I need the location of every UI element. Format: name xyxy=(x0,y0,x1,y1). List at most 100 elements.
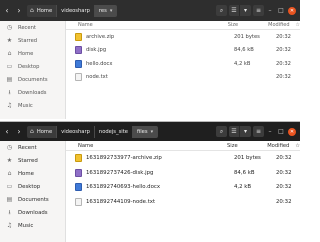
column-modified[interactable]: Modified ☆ xyxy=(266,22,300,28)
downloads-icon: ⭳ xyxy=(8,88,11,96)
file-list: Name Size Modified ☆ 1631892733977-archiv… xyxy=(66,141,300,242)
star-column-icon: ☆ xyxy=(295,142,300,149)
column-modified-label: Modified xyxy=(267,142,290,149)
menu-button[interactable]: ≡ xyxy=(253,126,264,137)
column-name[interactable]: Name xyxy=(66,143,227,149)
sidebar-item-recent[interactable]: ◷ Recent xyxy=(0,141,65,154)
sidebar-item-label: Documents xyxy=(18,76,48,83)
sidebar-item-music[interactable]: ♫ Music xyxy=(0,99,65,112)
breadcrumb-label: files xyxy=(136,128,148,135)
text-file-icon xyxy=(75,73,82,82)
breadcrumb-res[interactable]: res ▾ xyxy=(94,4,118,17)
back-button[interactable]: ‹ xyxy=(2,126,12,138)
column-size[interactable]: Size xyxy=(227,143,265,149)
sidebar-item-label: Music xyxy=(18,102,33,109)
breadcrumb-label: Home xyxy=(36,7,53,14)
chevron-down-icon: ▾ xyxy=(109,7,113,14)
sidebar-item-music[interactable]: ♫ Music xyxy=(0,219,65,232)
home-icon: ⌂ xyxy=(7,170,12,177)
home-icon: ⌂ xyxy=(30,128,34,135)
home-icon: ⌂ xyxy=(7,50,12,57)
column-size[interactable]: Size xyxy=(228,22,266,28)
image-file-icon xyxy=(75,168,82,177)
file-name: 1631892737426-disk.jpg xyxy=(86,169,154,176)
sidebar: ◷ Recent ★ Starred ⌂ Home ▭ Desktop ▤ Documen… xyxy=(0,21,66,119)
file-row[interactable]: disk.jpg 84,6 kB 20:32 xyxy=(66,44,300,58)
sidebar-item-documents[interactable]: ▤ Documents xyxy=(0,193,65,206)
file-modified: 20:32 xyxy=(276,198,292,205)
sidebar-item-starred[interactable]: ★ Starred xyxy=(0,154,65,167)
breadcrumb-label: Home xyxy=(36,128,53,135)
menu-button[interactable]: ≡ xyxy=(253,5,264,16)
file-row[interactable]: 1631892733977-archive.zip 201 bytes 20:3… xyxy=(66,151,300,166)
header-bar: ‹ › ⌂ Home videosharp res ▾ ⌕ ☰ ▾ ≡ – □ … xyxy=(0,0,300,21)
breadcrumb: ⌂ Home videosharp nodejs_site files ▾ xyxy=(27,125,159,138)
view-options-button[interactable]: ▾ xyxy=(240,5,251,16)
file-size: 201 bytes xyxy=(234,33,260,40)
document-file-icon xyxy=(75,183,82,192)
sidebar-item-home[interactable]: ⌂ Home xyxy=(0,167,65,180)
search-button[interactable]: ⌕ xyxy=(216,5,227,16)
file-name: 1631892744109-node.txt xyxy=(86,198,156,205)
file-row[interactable]: 1631892737426-disk.jpg 84,6 kB 20:32 xyxy=(66,166,300,181)
breadcrumb-videosharp[interactable]: videosharp xyxy=(57,4,95,17)
desktop-icon: ▭ xyxy=(6,183,13,190)
breadcrumb-label: videosharp xyxy=(61,128,90,135)
column-modified-label: Modified xyxy=(268,22,290,28)
search-button[interactable]: ⌕ xyxy=(216,126,227,137)
breadcrumb-nodejs-site[interactable]: nodejs_site xyxy=(95,125,133,138)
list-view-icon: ☰ xyxy=(231,128,237,135)
desktop-icon: ▭ xyxy=(6,63,13,70)
breadcrumb-home[interactable]: ⌂ Home xyxy=(27,4,58,17)
sidebar-item-recent[interactable]: ◷ Recent xyxy=(0,21,65,34)
view-options-button[interactable]: ▾ xyxy=(240,126,251,137)
view-toggle-button[interactable]: ☰ xyxy=(229,5,240,16)
close-button[interactable]: ✕ xyxy=(288,6,296,15)
forward-button[interactable]: › xyxy=(14,126,24,138)
sidebar-item-label: Music xyxy=(18,222,34,229)
column-header: Name Size Modified ☆ xyxy=(66,21,300,30)
breadcrumb-videosharp[interactable]: videosharp xyxy=(57,125,95,138)
sidebar-item-label: Desktop xyxy=(18,183,41,190)
file-name: hello.docx xyxy=(86,60,113,67)
search-icon: ⌕ xyxy=(219,127,224,135)
sidebar-item-label: Documents xyxy=(18,196,49,203)
breadcrumb-home[interactable]: ⌂ Home xyxy=(27,125,58,138)
sidebar-item-label: Downloads xyxy=(18,209,48,216)
file-row[interactable]: archive.zip 201 bytes 20:32 xyxy=(66,30,300,44)
sidebar-item-label: Starred xyxy=(18,37,38,44)
back-button[interactable]: ‹ xyxy=(2,5,12,17)
breadcrumb-label: videosharp xyxy=(61,7,90,14)
chevron-right-icon: › xyxy=(17,6,21,15)
forward-button[interactable]: › xyxy=(14,5,24,17)
sidebar-item-desktop[interactable]: ▭ Desktop xyxy=(0,60,65,73)
view-toggle-button[interactable]: ☰ xyxy=(229,126,240,137)
file-row[interactable]: hello.docx 4,2 kB 20:32 xyxy=(66,57,300,71)
minimize-button[interactable]: – xyxy=(266,7,274,15)
sidebar-item-downloads[interactable]: ⭳ Downloads xyxy=(0,206,65,219)
file-modified: 20:32 xyxy=(276,47,291,54)
column-modified[interactable]: Modified ☆ xyxy=(265,143,300,149)
file-row[interactable]: 1631892744109-node.txt 20:32 xyxy=(66,195,300,210)
file-row[interactable]: 1631892740693-hello.docx 4,2 kB 20:32 xyxy=(66,180,300,195)
file-row[interactable]: node.txt 20:32 xyxy=(66,71,300,85)
breadcrumb: ⌂ Home videosharp res ▾ xyxy=(27,4,118,17)
sidebar-item-home[interactable]: ⌂ Home xyxy=(0,47,65,60)
home-icon: ⌂ xyxy=(30,7,34,14)
maximize-button[interactable]: □ xyxy=(277,128,285,136)
maximize-button[interactable]: □ xyxy=(277,7,285,15)
file-name: node.txt xyxy=(86,74,108,81)
sidebar-item-downloads[interactable]: ⭳ Downloads xyxy=(0,86,65,99)
document-file-icon xyxy=(75,59,82,68)
sidebar-item-label: Recent xyxy=(18,24,36,31)
text-file-icon xyxy=(75,197,82,206)
minimize-button[interactable]: – xyxy=(266,128,274,136)
header-bar: ‹ › ⌂ Home videosharp nodejs_site files … xyxy=(0,122,300,141)
close-button[interactable]: ✕ xyxy=(288,127,296,136)
sidebar-item-starred[interactable]: ★ Starred xyxy=(0,34,65,47)
breadcrumb-files[interactable]: files ▾ xyxy=(132,125,159,138)
sidebar-item-documents[interactable]: ▤ Documents xyxy=(0,73,65,86)
file-name: disk.jpg xyxy=(86,47,107,54)
sidebar-item-desktop[interactable]: ▭ Desktop xyxy=(0,180,65,193)
column-name[interactable]: Name xyxy=(66,22,228,28)
